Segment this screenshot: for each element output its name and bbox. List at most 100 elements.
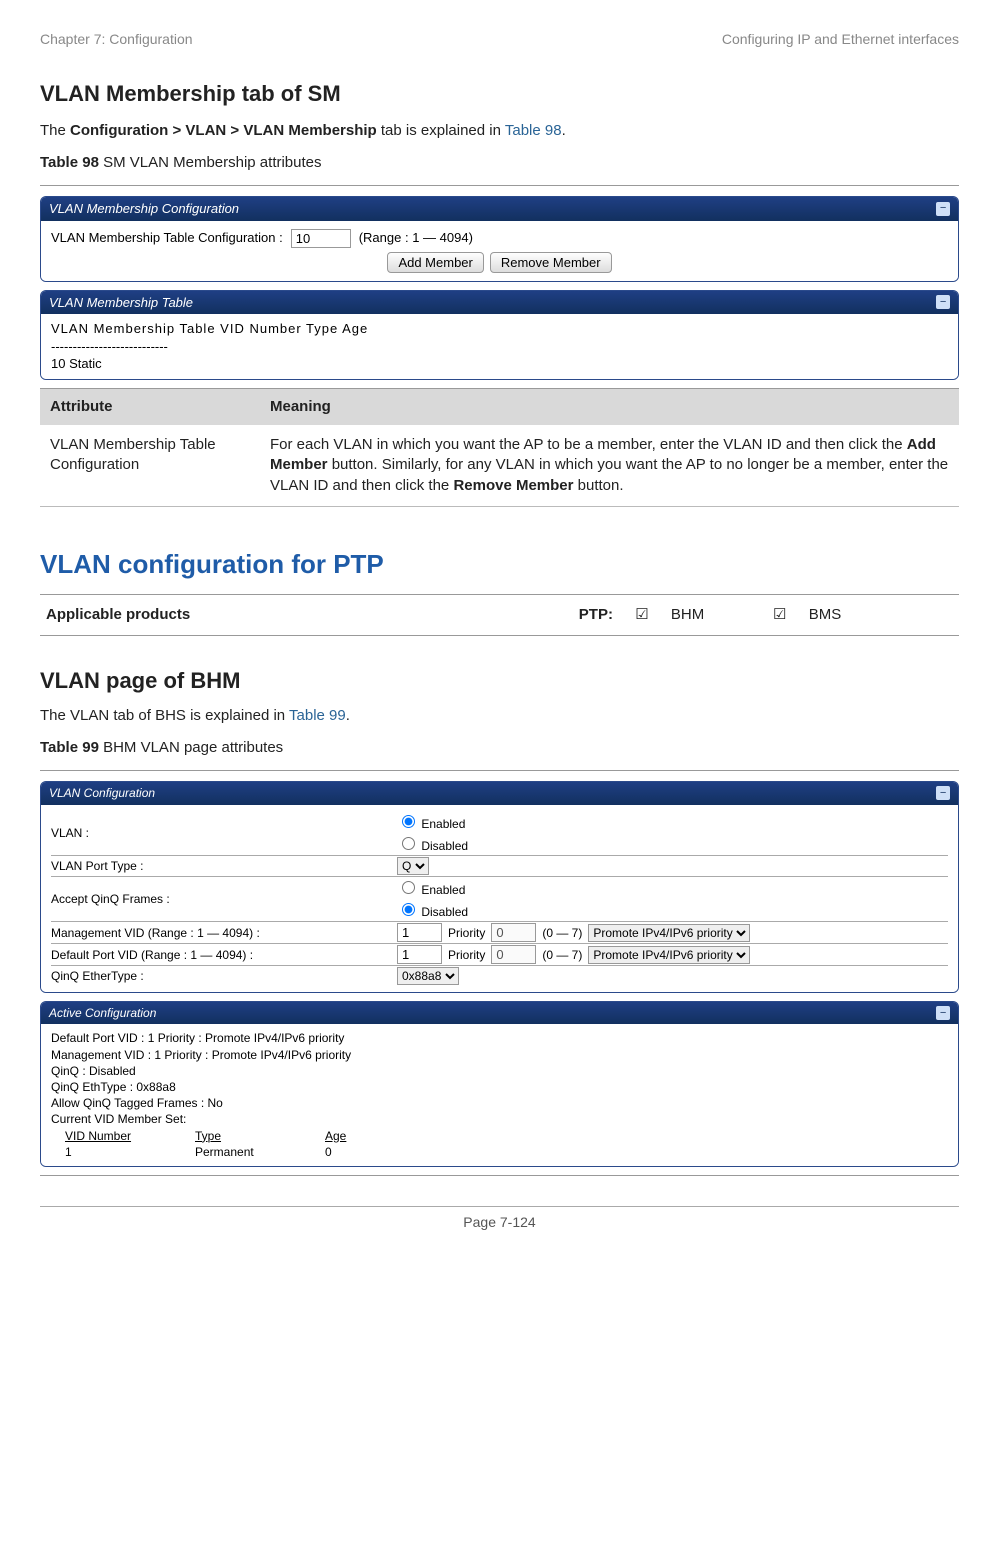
table-row: 10 Static (51, 355, 948, 373)
th-meaning: Meaning (260, 388, 959, 425)
row-qinq-ethertype: QinQ EtherType : 0x88a8 (51, 965, 948, 986)
panel-vlan-configuration: VLAN Configuration − VLAN : Enabled Disa… (40, 781, 959, 993)
radio-vlan-enabled[interactable]: Enabled (397, 812, 468, 832)
label: Default Port VID (Range : 1 — 4094) : (51, 947, 391, 963)
table-row: VLAN Membership Table Configuration For … (40, 425, 959, 506)
panel-head: VLAN Membership Table − (41, 291, 958, 315)
cell: 0 (325, 1144, 332, 1160)
label: VLAN : (51, 825, 391, 841)
panel-vlan-membership-table: VLAN Membership Table − VLAN Membership … (40, 290, 959, 380)
default-port-vid-input[interactable] (397, 945, 442, 964)
row-buttons: Add Member Remove Member (51, 250, 948, 275)
link-table-99[interactable]: Table 99 (289, 707, 346, 724)
collapse-icon[interactable]: − (936, 295, 950, 309)
applicable-products-label: Applicable products (40, 594, 545, 635)
priority-input (491, 945, 536, 964)
panel-title: Active Configuration (49, 1005, 156, 1021)
cell-attribute: VLAN Membership Table Configuration (40, 425, 260, 506)
label-priority: Priority (448, 925, 485, 941)
text: For each VLAN in which you want the AP t… (270, 436, 907, 453)
caption-rest: BHM VLAN page attributes (99, 739, 283, 756)
radio-qinq-disabled[interactable]: Disabled (397, 900, 468, 920)
panel-title: VLAN Membership Configuration (49, 200, 239, 218)
label-priority: Priority (448, 947, 485, 963)
panel-title: VLAN Configuration (49, 785, 155, 801)
radio-label: Enabled (421, 817, 465, 831)
remove-member-button[interactable]: Remove Member (490, 252, 612, 273)
priority-input (491, 923, 536, 942)
panel-vlan-membership-configuration: VLAN Membership Configuration − VLAN Mem… (40, 196, 959, 282)
line: Allow QinQ Tagged Frames : No (51, 1095, 948, 1111)
promote-select[interactable]: Promote IPv4/IPv6 priority (588, 946, 750, 964)
check-icon: ☑ (619, 594, 665, 635)
section1-intro: The Configuration > VLAN > VLAN Membersh… (40, 121, 959, 141)
panel-title: VLAN Membership Table (49, 294, 193, 312)
line: Management VID : 1 Priority : Promote IP… (51, 1047, 948, 1063)
collapse-icon[interactable]: − (936, 786, 950, 800)
text: The (40, 122, 70, 139)
page-footer: Page 7-124 (40, 1206, 959, 1232)
divider (40, 770, 959, 771)
table98-caption: Table 98 SM VLAN Membership attributes (40, 153, 959, 173)
page-header: Chapter 7: Configuration Configuring IP … (40, 30, 959, 49)
range-text: (0 — 7) (542, 947, 582, 963)
table-dashes: --------------------------- (51, 338, 948, 356)
header-left: Chapter 7: Configuration (40, 30, 193, 49)
management-vid-input[interactable] (397, 923, 442, 942)
text: . (346, 707, 350, 724)
radio-input[interactable] (402, 837, 415, 850)
radio-input[interactable] (402, 815, 415, 828)
th-attribute: Attribute (40, 388, 260, 425)
range-text: (Range : 1 — 4094) (359, 229, 473, 247)
label: Accept QinQ Frames : (51, 891, 391, 907)
qinq-ethertype-select[interactable]: 0x88a8 (397, 967, 459, 985)
ptp-label: PTP: (545, 594, 619, 635)
radio-label: Disabled (421, 839, 468, 853)
label: QinQ EtherType : (51, 968, 391, 984)
text: tab is explained in (377, 122, 505, 139)
radio-qinq-enabled[interactable]: Enabled (397, 878, 468, 898)
section3-intro: The VLAN tab of BHS is explained in Tabl… (40, 706, 959, 726)
bms-label: BMS (803, 594, 959, 635)
bhm-label: BHM (665, 594, 757, 635)
radio-input[interactable] (402, 881, 415, 894)
section-vlan-page-bhm-title: VLAN page of BHM (40, 666, 959, 696)
caption-bold: Table 99 (40, 739, 99, 756)
radio-label: Enabled (421, 883, 465, 897)
port-type-select[interactable]: Q (397, 857, 429, 875)
applicable-products-table: Applicable products PTP: ☑ BHM ☑ BMS (40, 594, 959, 636)
table99-caption: Table 99 BHM VLAN page attributes (40, 738, 959, 758)
collapse-icon[interactable]: − (936, 202, 950, 216)
panel-head: VLAN Membership Configuration − (41, 197, 958, 221)
radio-input[interactable] (402, 903, 415, 916)
caption-rest: SM VLAN Membership attributes (99, 154, 322, 171)
radio-vlan-disabled[interactable]: Disabled (397, 834, 468, 854)
row-vlan-membership-config: VLAN Membership Table Configuration : (R… (51, 227, 948, 250)
line: Current VID Member Set: (51, 1111, 948, 1127)
line: QinQ EthType : 0x88a8 (51, 1079, 948, 1095)
divider (40, 185, 959, 186)
cell-meaning: For each VLAN in which you want the AP t… (260, 425, 959, 506)
radio-label: Disabled (421, 905, 468, 919)
link-table-98[interactable]: Table 98 (505, 122, 562, 139)
row-management-vid: Management VID (Range : 1 — 4094) : Prio… (51, 921, 948, 943)
check-icon: ☑ (757, 594, 803, 635)
line: Default Port VID : 1 Priority : Promote … (51, 1030, 948, 1046)
panel-active-configuration: Active Configuration − Default Port VID … (40, 1001, 959, 1167)
row-port-type: VLAN Port Type : Q (51, 855, 948, 876)
add-member-button[interactable]: Add Member (387, 252, 483, 273)
text: . (562, 122, 566, 139)
col-header: Type (195, 1128, 285, 1144)
label: Management VID (Range : 1 — 4094) : (51, 925, 391, 941)
text-bold: Configuration > VLAN > VLAN Membership (70, 122, 377, 139)
text: button. (573, 477, 623, 494)
divider (40, 1175, 959, 1176)
row-accept-qinq: Accept QinQ Frames : Enabled Disabled (51, 876, 948, 921)
attribute-meaning-table: Attribute Meaning VLAN Membership Table … (40, 388, 959, 507)
vlan-id-input[interactable] (291, 229, 351, 248)
row-default-port-vid: Default Port VID (Range : 1 — 4094) : Pr… (51, 943, 948, 965)
range-text: (0 — 7) (542, 925, 582, 941)
active-config-body: Default Port VID : 1 Priority : Promote … (41, 1024, 958, 1166)
promote-select[interactable]: Promote IPv4/IPv6 priority (588, 924, 750, 942)
collapse-icon[interactable]: − (936, 1006, 950, 1020)
